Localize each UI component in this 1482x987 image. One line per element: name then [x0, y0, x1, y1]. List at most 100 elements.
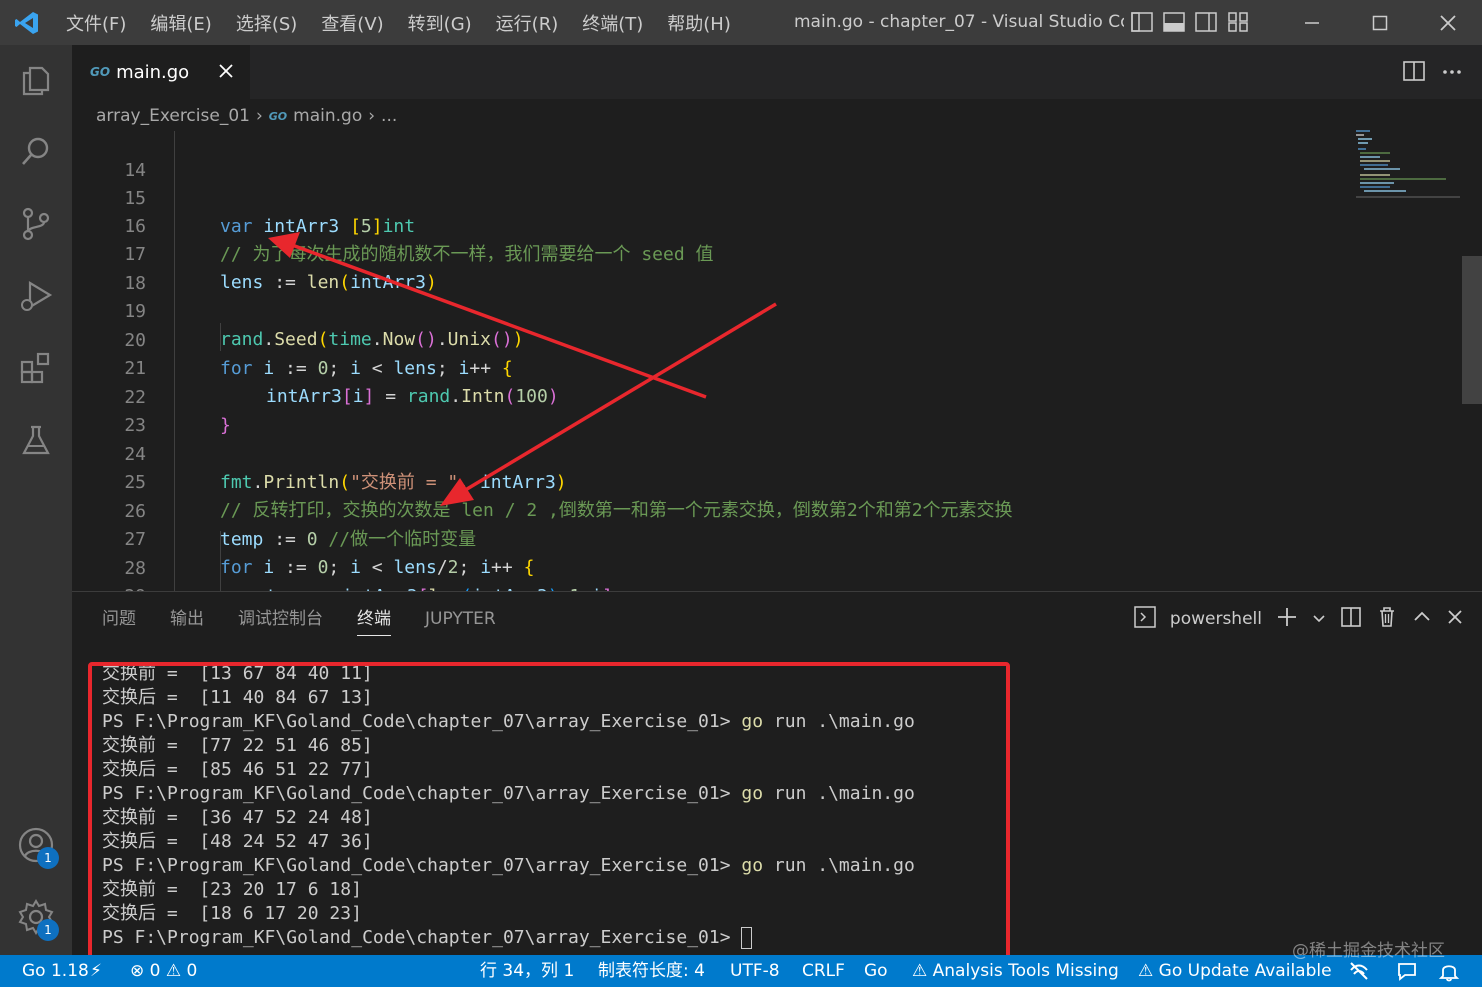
tab-output[interactable]: 输出: [170, 602, 204, 636]
title-bar: 文件(F) 编辑(E) 选择(S) 查看(V) 转到(G) 运行(R) 终端(T…: [0, 0, 1482, 45]
window-controls: [1278, 0, 1482, 45]
code-line: 27 for i := 0; i < lens/2; i++ {: [72, 498, 1462, 578]
chevron-right-icon: ›: [255, 106, 263, 126]
tab-jupyter[interactable]: JUPYTER: [425, 602, 496, 636]
terminal-line: 交换前 = [23 20 17 6 18]: [102, 879, 362, 900]
tab-terminal[interactable]: 终端: [357, 602, 391, 636]
search-icon[interactable]: [14, 130, 58, 174]
split-editor-icon[interactable]: [1402, 59, 1426, 87]
code-line: 22 }: [72, 356, 1462, 436]
code-text: temp = intArr3[len(intArr3)-1-i]: [266, 583, 613, 591]
terminal-command-args: run .\main.go: [763, 855, 915, 876]
terminal-line: PS F:\Program_KF\Goland_Code\chapter_07\…: [102, 782, 1462, 806]
extensions-icon[interactable]: [14, 346, 58, 390]
line-ending[interactable]: CRLF: [802, 955, 845, 987]
line-number: 29: [90, 583, 146, 591]
code-line: 18: [72, 242, 1462, 294]
terminal-prompt: PS F:\Program_KF\Goland_Code\chapter_07\…: [102, 711, 742, 732]
code-line: 24 fmt.Println("交换前 = ", intArr3): [72, 413, 1462, 493]
terminal-line: PS F:\Program_KF\Goland_Code\chapter_07\…: [102, 854, 1462, 878]
code-line: 28 temp = intArr3[len(intArr3)-1-i]: [72, 527, 1462, 591]
warning-icon: ⚠: [1138, 961, 1154, 981]
terminal-line: PS F:\Program_KF\Goland_Code\chapter_07\…: [102, 926, 1462, 950]
terminal-output[interactable]: 交换前 = [13 67 84 40 11] 交换后 = [11 40 84 67…: [102, 662, 1462, 950]
menu-go[interactable]: 转到(G): [396, 10, 484, 36]
menu-edit[interactable]: 编辑(E): [138, 10, 223, 36]
tab-problems[interactable]: 问题: [102, 602, 136, 636]
activity-bar: 1 1: [0, 45, 72, 955]
menu-run[interactable]: 运行(R): [484, 10, 571, 36]
tab-main-go[interactable]: GO main.go: [72, 45, 250, 99]
tab-size[interactable]: 制表符长度: 4: [598, 955, 705, 987]
tab-debug-console[interactable]: 调试控制台: [238, 602, 323, 636]
editor-scrollbar-thumb[interactable]: [1462, 256, 1482, 404]
panel-actions: powershell: [1134, 606, 1464, 632]
chevron-right-icon: ›: [368, 106, 376, 126]
editor-tabs-bar: GO main.go: [72, 45, 1482, 99]
toggle-panel-icon[interactable]: [1162, 10, 1186, 34]
terminal-line: 交换前 = [77 22 51 46 85]: [102, 735, 373, 756]
maximize-panel-icon[interactable]: [1412, 607, 1432, 631]
trash-icon[interactable]: [1376, 606, 1398, 632]
terminal-prompt: PS F:\Program_KF\Goland_Code\chapter_07\…: [102, 855, 742, 876]
new-terminal-icon[interactable]: [1276, 606, 1298, 632]
chevron-down-icon[interactable]: [1312, 610, 1326, 629]
code-editor[interactable]: 14 15 var intArr3 [5]int 16 // 为了每次生成的随机…: [72, 131, 1462, 591]
code-line: 15 var intArr3 [5]int: [72, 157, 1462, 237]
terminal-line: 交换后 = [18 6 17 20 23]: [102, 903, 362, 924]
toggle-secondary-sidebar-icon[interactable]: [1194, 10, 1218, 34]
panel-tabs: 问题 输出 调试控制台 终端 JUPYTER: [102, 602, 496, 636]
go-version[interactable]: Go 1.18: [22, 955, 89, 987]
run-debug-icon[interactable]: [14, 274, 58, 318]
vscode-logo-icon: [0, 0, 54, 45]
testing-icon[interactable]: [14, 418, 58, 462]
menu-selection[interactable]: 选择(S): [224, 10, 309, 36]
go-version-icon: ⚡: [90, 961, 102, 981]
layout-controls: [1130, 10, 1250, 34]
terminal-line: 交换后 = [11 40 84 67 13]: [102, 687, 373, 708]
feedback-icon[interactable]: [1396, 960, 1418, 982]
menu-view[interactable]: 查看(V): [309, 10, 395, 36]
close-panel-icon[interactable]: [1446, 608, 1464, 630]
analysis-label: Analysis Tools Missing: [932, 961, 1119, 981]
breadcrumb-file[interactable]: main.go: [293, 106, 362, 126]
go-file-icon: GO: [90, 65, 111, 79]
customize-layout-icon[interactable]: [1226, 10, 1250, 34]
menu-terminal[interactable]: 终端(T): [570, 10, 655, 36]
source-control-icon[interactable]: [14, 202, 58, 246]
code-line: 20 for i := 0; i < lens; i++ {: [72, 299, 1462, 379]
code-line: 14: [72, 131, 1462, 181]
minimap[interactable]: [1350, 127, 1460, 201]
split-terminal-icon[interactable]: [1340, 606, 1362, 632]
status-bar: Go 1.18 ⚡ ⊗ 0 ⚠ 0 行 34，列 1 制表符长度: 4 UTF-…: [0, 955, 1482, 987]
close-window-icon[interactable]: [1414, 0, 1482, 45]
language-mode[interactable]: Go: [864, 955, 888, 987]
minimize-icon[interactable]: [1278, 0, 1346, 45]
analysis-status[interactable]: ⚠ Analysis Tools Missing: [912, 955, 1119, 987]
settings-badge: 1: [37, 919, 59, 941]
remote-off-icon[interactable]: [1348, 960, 1370, 982]
terminal-command: go: [741, 783, 764, 804]
more-actions-icon[interactable]: [1440, 59, 1464, 87]
terminal-prompt: PS F:\Program_KF\Goland_Code\chapter_07\…: [102, 783, 742, 804]
cursor-position[interactable]: 行 34，列 1: [480, 955, 574, 987]
menu-file[interactable]: 文件(F): [54, 10, 138, 36]
bell-icon[interactable]: [1438, 960, 1460, 982]
explorer-icon[interactable]: [14, 58, 58, 102]
problems-status[interactable]: ⊗ 0 ⚠ 0: [130, 955, 197, 987]
terminal-shell-name[interactable]: powershell: [1170, 609, 1262, 629]
terminal-prompt: PS F:\Program_KF\Goland_Code\chapter_07\…: [102, 927, 742, 948]
toggle-primary-sidebar-icon[interactable]: [1130, 10, 1154, 34]
menu-help[interactable]: 帮助(H): [655, 10, 743, 36]
breadcrumb-folder[interactable]: array_Exercise_01: [96, 106, 250, 126]
maximize-icon[interactable]: [1346, 0, 1414, 45]
close-tab-icon[interactable]: [214, 59, 238, 83]
code-line: 26 temp := 0 //做一个临时变量: [72, 470, 1462, 550]
encoding[interactable]: UTF-8: [730, 955, 780, 987]
go-file-icon: GO: [268, 109, 288, 123]
terminal-line: 交换前 = [36 47 52 24 48]: [102, 807, 373, 828]
menu-bar: 文件(F) 编辑(E) 选择(S) 查看(V) 转到(G) 运行(R) 终端(T…: [54, 0, 743, 45]
tab-label: main.go: [116, 61, 190, 83]
breadcrumb-more[interactable]: ...: [381, 106, 397, 126]
watermark: @稀土掘金技术社区: [1292, 941, 1445, 961]
